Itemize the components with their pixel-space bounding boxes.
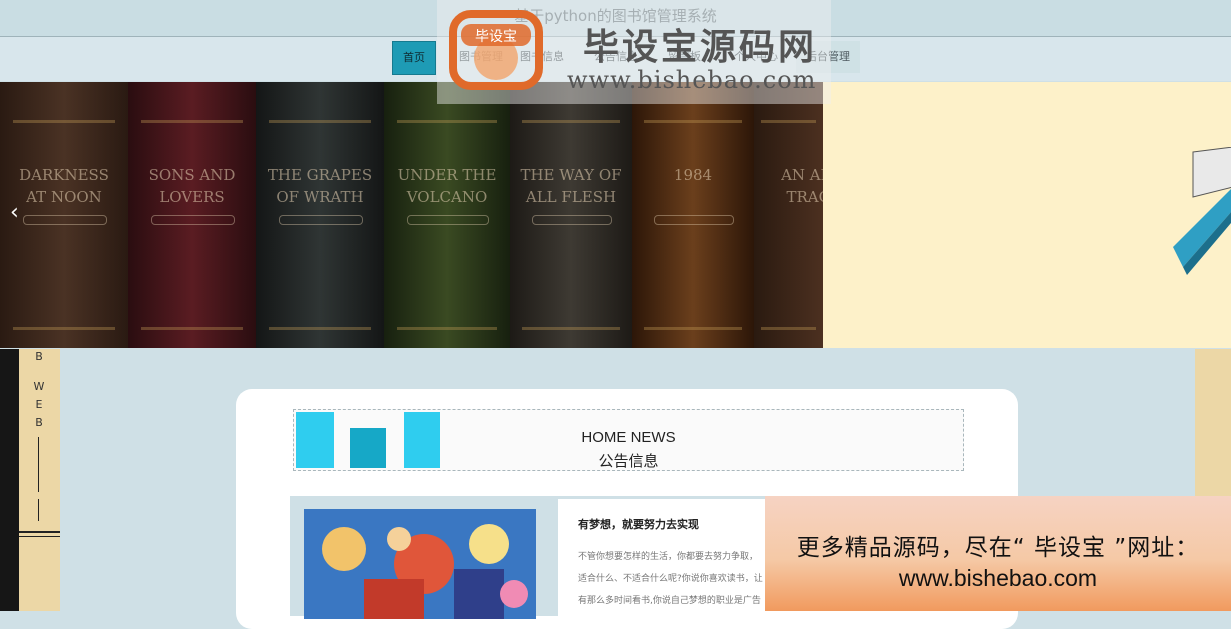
book-spine: THE WAY OF ALL FLESH (510, 82, 632, 348)
nav-item-home[interactable]: 首页 (392, 41, 436, 75)
svg-text:毕设宝: 毕设宝 (475, 29, 517, 45)
promo-url: www.bishebao.com (898, 565, 1098, 591)
chevron-left-icon[interactable]: ‹ (10, 200, 19, 225)
book-spine: UNDER THE VOLCANO (384, 82, 510, 348)
watermark-overlay: 毕设宝 毕设宝源码网 www.bishebao.com (437, 0, 831, 104)
book-spine: THE GRAPES OF WRATH (256, 82, 384, 348)
promo-line-1: 更多精品源码，尽在“ 毕设宝 ”网址： (796, 535, 1200, 561)
news-heading-zh: 公告信息 (598, 452, 659, 470)
news-excerpt-line: 适合什么、不适合什么呢?你说你喜欢读书，让 (578, 574, 763, 584)
book-spine: 1984 (632, 82, 754, 348)
device-illustration-icon (1173, 147, 1231, 275)
anime-image-icon (304, 509, 536, 619)
news-excerpt-line: 不管你想要怎样的生活，你都要去努力争取， (578, 552, 759, 562)
book-spine: AN AME TRAGE (754, 82, 823, 348)
book-spine: DARKNESS AT NOON (0, 82, 128, 348)
news-excerpt-line: 有那么多时间看书,你说自己梦想的职业是广告 (578, 596, 761, 606)
news-heading-en: HOME NEWS (581, 429, 676, 446)
hero-side-panel (823, 82, 1231, 348)
promo-overlay: 更多精品源码，尽在“ 毕设宝 ”网址： www.bishebao.com (765, 496, 1231, 611)
book-spine: SONS AND LOVERS (128, 82, 256, 348)
left-decor-strip: B W E B (0, 349, 60, 611)
news-title[interactable]: 有梦想，就要努力去实现 (578, 516, 699, 532)
news-thumbnail (304, 509, 536, 619)
watermark-name: 毕设宝源码网 (583, 27, 818, 68)
watermark-url: www.bishebao.com (567, 66, 817, 94)
hero-carousel[interactable]: DARKNESS AT NOON SONS AND LOVERS THE GRA… (0, 82, 823, 348)
news-header: HOME NEWS 公告信息 (293, 409, 964, 471)
watermark-logo-icon: 毕设宝 (449, 10, 543, 90)
